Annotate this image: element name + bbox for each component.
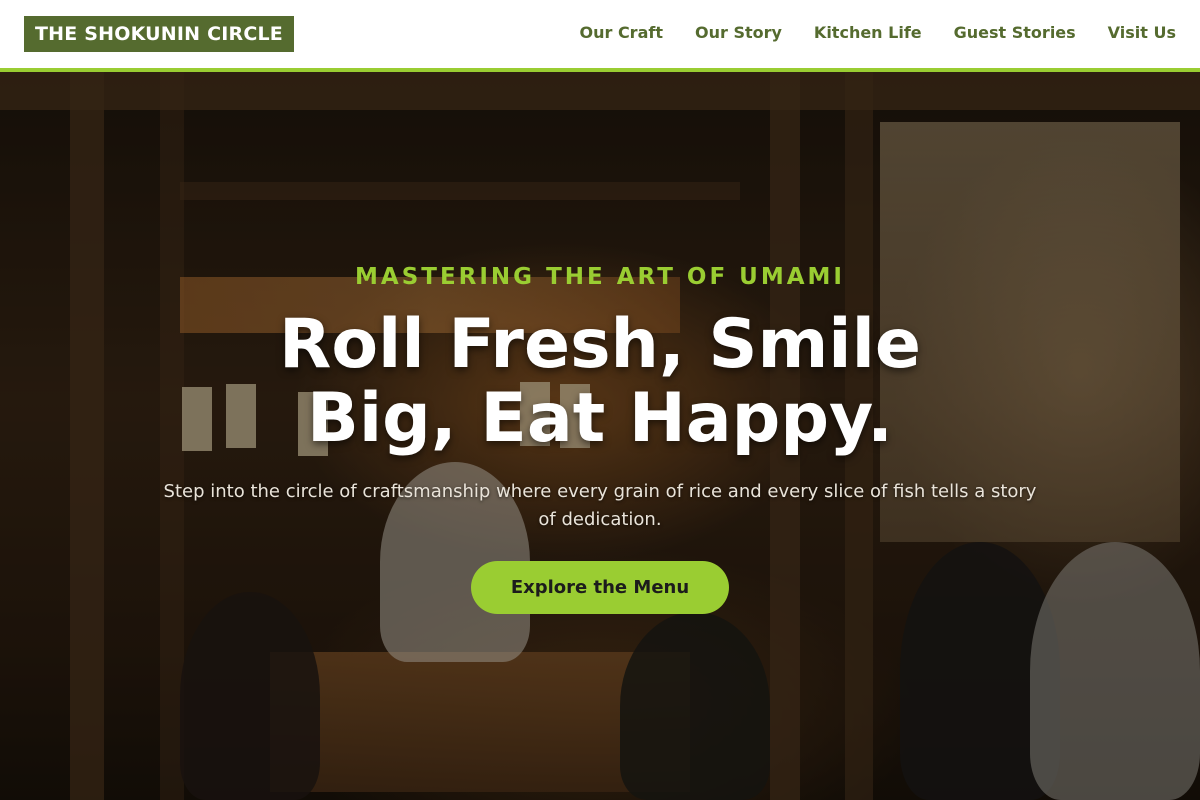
hero-eyebrow: MASTERING THE ART OF UMAMI bbox=[355, 264, 845, 290]
explore-menu-button[interactable]: Explore the Menu bbox=[471, 561, 729, 614]
nav-link-kitchen-life[interactable]: Kitchen Life bbox=[814, 22, 922, 44]
hero-section: MASTERING THE ART OF UMAMI Roll Fresh, S… bbox=[0, 72, 1200, 800]
main-nav: Our Craft Our Story Kitchen Life Guest S… bbox=[579, 22, 1176, 44]
nav-link-our-story[interactable]: Our Story bbox=[695, 22, 782, 44]
site-logo[interactable]: THE SHOKUNIN CIRCLE bbox=[24, 16, 294, 52]
nav-link-our-craft[interactable]: Our Craft bbox=[579, 22, 663, 44]
hero-content: MASTERING THE ART OF UMAMI Roll Fresh, S… bbox=[0, 72, 1200, 800]
hero-subtext: Step into the circle of craftsmanship wh… bbox=[163, 481, 1037, 530]
nav-link-visit-us[interactable]: Visit Us bbox=[1108, 22, 1176, 44]
nav-link-guest-stories[interactable]: Guest Stories bbox=[954, 22, 1076, 44]
hero-headline: Roll Fresh, Smile Big, Eat Happy. bbox=[278, 305, 922, 458]
site-header: THE SHOKUNIN CIRCLE Our Craft Our Story … bbox=[0, 0, 1200, 72]
